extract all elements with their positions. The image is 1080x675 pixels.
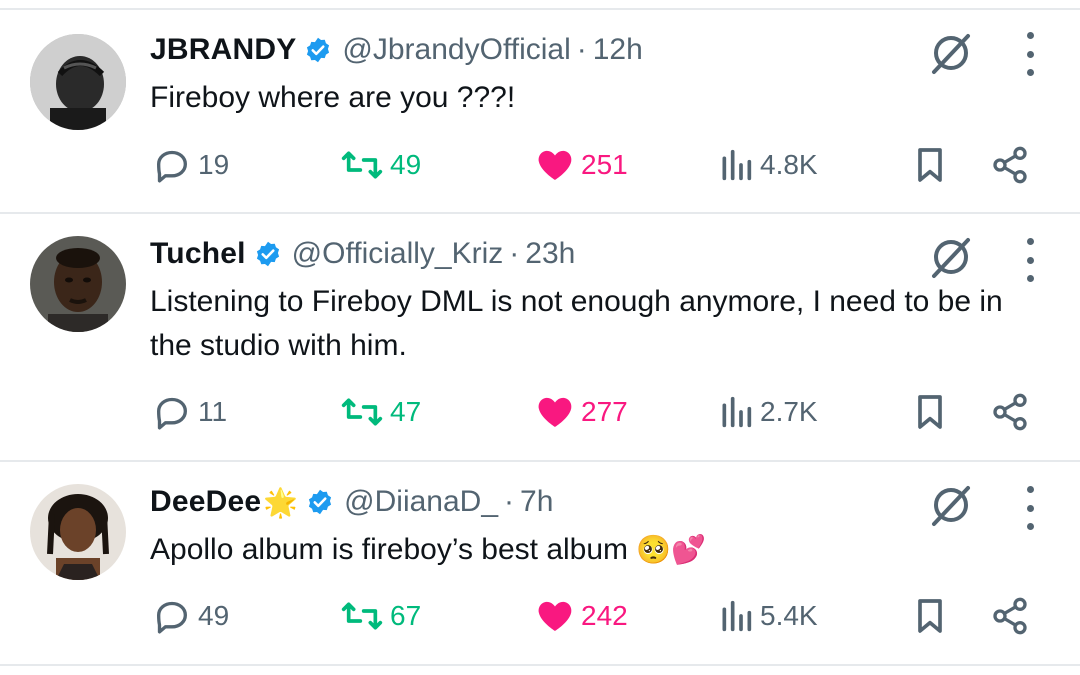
verified-badge-icon (306, 488, 334, 516)
views-count: 5.4K (760, 600, 818, 631)
share-icon (993, 393, 1027, 431)
like-button[interactable]: 242 (535, 594, 628, 638)
bookmark-button[interactable] (912, 143, 948, 187)
tweet-text-content: Listening to Fireboy DML is not enough a… (150, 285, 1003, 362)
tweet-actions: 49 67 242 5.4K (0, 594, 1080, 638)
bookmark-icon (918, 148, 942, 182)
tweet-text: Apollo album is fireboy’s best album 🥺💕 (150, 528, 1050, 572)
display-name[interactable]: JBRANDY (150, 33, 296, 67)
bookmark-icon (918, 599, 942, 633)
bottom-divider (0, 664, 1080, 666)
avatar[interactable] (30, 484, 126, 580)
like-count: 277 (581, 396, 628, 427)
more-icon[interactable] (1018, 32, 1042, 76)
separator: · (504, 485, 515, 518)
share-button[interactable] (990, 390, 1030, 434)
user-handle[interactable]: @Officially_Kriz (292, 237, 504, 271)
tweet-emoji: 🥺💕 (636, 534, 707, 565)
separator: · (509, 237, 520, 270)
avatar[interactable] (30, 236, 126, 332)
tweet-actions: 19 49 251 4.8K (0, 143, 1080, 187)
views-icon (722, 149, 752, 181)
like-button[interactable]: 277 (535, 390, 628, 434)
separator: · (576, 33, 587, 66)
timestamp[interactable]: 12h (593, 33, 643, 67)
reply-icon (157, 601, 187, 634)
tweet-text-content: Fireboy where are you ???! (150, 81, 516, 114)
timestamp[interactable]: 23h (525, 237, 575, 271)
heart-icon (538, 601, 572, 631)
tweet-text: Listening to Fireboy DML is not enough a… (150, 280, 1050, 368)
display-name[interactable]: DeeDee (150, 485, 261, 519)
retweet-icon (341, 398, 383, 426)
views-button[interactable]: 4.8K (718, 143, 818, 187)
like-button[interactable]: 251 (535, 143, 628, 187)
retweet-button[interactable]: 47 (340, 390, 421, 434)
tweet[interactable]: DeeDee 🌟 @DiianaD_ · 7h Apollo album is … (0, 462, 1080, 664)
more-icon[interactable] (1018, 238, 1042, 282)
retweet-count: 67 (390, 600, 422, 631)
tweet-text: Fireboy where are you ???! (150, 76, 1050, 120)
heart-icon (538, 150, 572, 180)
verified-badge-icon (254, 240, 282, 268)
share-button[interactable] (990, 594, 1030, 638)
tweet-header: JBRANDY @JbrandyOfficial · 12h (150, 30, 643, 70)
grok-icon[interactable] (928, 30, 974, 76)
retweet-icon (341, 151, 383, 179)
reply-button[interactable]: 49 (152, 594, 229, 638)
tweet[interactable]: Tuchel @Officially_Kriz · 23h Listening … (0, 214, 1080, 460)
views-count: 2.7K (760, 396, 818, 427)
reply-count: 49 (198, 600, 230, 631)
retweet-button[interactable]: 49 (340, 143, 421, 187)
reply-icon (157, 397, 187, 430)
retweet-button[interactable]: 67 (340, 594, 421, 638)
reply-button[interactable]: 11 (152, 390, 227, 434)
grok-icon[interactable] (928, 482, 974, 528)
retweet-count: 47 (390, 396, 422, 427)
reply-count: 11 (198, 396, 228, 427)
views-icon (722, 396, 752, 428)
more-icon[interactable] (1018, 486, 1042, 530)
tweet-header: Tuchel @Officially_Kriz · 23h (150, 234, 575, 274)
tweet-actions: 11 47 277 2.7K (0, 390, 1080, 434)
views-icon (722, 600, 752, 632)
retweet-icon (341, 602, 383, 630)
display-name[interactable]: Tuchel (150, 237, 246, 271)
user-handle[interactable]: @JbrandyOfficial (342, 33, 570, 67)
bookmark-button[interactable] (912, 390, 948, 434)
like-count: 242 (581, 600, 628, 631)
heart-icon (538, 397, 572, 427)
verified-badge-icon (304, 36, 332, 64)
tweet-header: DeeDee 🌟 @DiianaD_ · 7h (150, 482, 553, 522)
reply-button[interactable]: 19 (152, 143, 229, 187)
reply-icon (157, 150, 187, 183)
name-emoji: 🌟 (263, 486, 299, 518)
share-icon (993, 597, 1027, 635)
share-icon (993, 146, 1027, 184)
share-button[interactable] (990, 143, 1030, 187)
timestamp[interactable]: 7h (520, 485, 553, 519)
views-count: 4.8K (760, 149, 818, 180)
reply-count: 19 (198, 149, 230, 180)
bookmark-button[interactable] (912, 594, 948, 638)
avatar[interactable] (30, 34, 126, 130)
views-button[interactable]: 2.7K (718, 390, 818, 434)
grok-icon[interactable] (928, 234, 974, 280)
retweet-count: 49 (390, 149, 422, 180)
views-button[interactable]: 5.4K (718, 594, 818, 638)
like-count: 251 (581, 149, 628, 180)
user-handle[interactable]: @DiianaD_ (344, 485, 498, 519)
tweet[interactable]: JBRANDY @JbrandyOfficial · 12h Fireboy w… (0, 10, 1080, 213)
tweet-text-content: Apollo album is fireboy’s best album (150, 533, 629, 566)
bookmark-icon (918, 395, 942, 429)
